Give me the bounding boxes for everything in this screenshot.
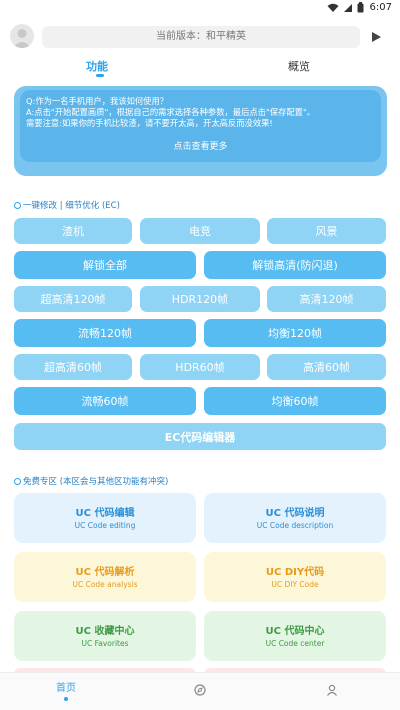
smooth-120-button[interactable]: 流畅120帧 xyxy=(14,319,196,347)
status-bar: 6:07 xyxy=(0,0,400,18)
section-title-free-zone: 免费专区 (本区会与其他区功能有冲突) xyxy=(14,475,168,487)
hd-60-button[interactable]: 高清60帧 xyxy=(267,354,386,380)
card-subtitle: UC Code description xyxy=(256,521,334,530)
section-bullet-icon xyxy=(14,477,21,485)
wifi-icon xyxy=(327,3,339,12)
tab-bar: 功能 概览 xyxy=(0,56,400,80)
uc-code-description-card[interactable]: UC 代码说明 UC Code description xyxy=(204,493,386,543)
hdr-60-button[interactable]: HDR60帧 xyxy=(140,354,260,380)
ultra-hd-60-button[interactable]: 超高清60帧 xyxy=(14,354,132,380)
notice-text: Q:作为一名手机用户，我该如何使用？ A:点击"开始配置画质"，根据自己的需求选择… xyxy=(26,96,376,129)
tab-overview[interactable]: 概览 xyxy=(288,58,310,74)
section-bullet-icon xyxy=(14,201,21,209)
hd-120-button[interactable]: 高清120帧 xyxy=(267,286,386,312)
card-title: UC 代码说明 xyxy=(265,508,325,519)
tab-active-indicator xyxy=(96,74,104,77)
bottom-navigation: 首页 xyxy=(0,672,400,710)
card-title: UC DIY代码 xyxy=(265,567,325,578)
ec-code-editor-button[interactable]: EC代码编辑器 xyxy=(14,423,386,450)
status-time: 6:07 xyxy=(369,2,392,13)
section-title-text: 免费专区 (本区会与其他区功能有冲突) xyxy=(23,477,169,487)
preset-scenery-button[interactable]: 风景 xyxy=(267,218,386,244)
uc-diy-code-card[interactable]: UC DIY代码 UC DIY Code xyxy=(204,552,386,602)
signal-icon xyxy=(343,3,352,12)
nav-home[interactable]: 首页 xyxy=(36,679,96,694)
balanced-60-button[interactable]: 均衡60帧 xyxy=(204,387,386,415)
uc-code-analysis-card[interactable]: UC 代码解析 UC Code analysis xyxy=(14,552,196,602)
version-pill[interactable]: 当前版本：和平精英 xyxy=(42,26,360,48)
section-title-text: 一键修改 | 细节优化 (EC) xyxy=(23,201,120,211)
play-icon xyxy=(371,32,381,42)
preset-low-end-button[interactable]: 渣机 xyxy=(14,218,132,244)
avatar[interactable] xyxy=(10,24,34,48)
preset-esports-button[interactable]: 电竞 xyxy=(140,218,260,244)
compass-icon[interactable] xyxy=(194,684,206,696)
card-subtitle: UC Code center xyxy=(265,639,325,648)
card-title: UC 代码编辑 xyxy=(75,508,135,519)
notice-text-line: 需要注意:如果你的手机比较渣，请不要开太高，开太高反而没效果! xyxy=(26,118,273,128)
uc-code-center-card[interactable]: UC 代码中心 UC Code center xyxy=(204,611,386,661)
nav-home-label: 首页 xyxy=(56,683,76,694)
card-subtitle: UC Code analysis xyxy=(72,580,138,589)
top-bar: 当前版本：和平精英 xyxy=(0,22,400,52)
unlock-hd-button[interactable]: 解锁高清(防闪退) xyxy=(204,251,386,279)
card-title: UC 代码中心 xyxy=(265,626,325,637)
avatar-placeholder-icon xyxy=(13,29,31,48)
ultra-hd-120-button[interactable]: 超高清120帧 xyxy=(14,286,132,312)
section-title-one-click: 一键修改 | 细节优化 (EC) xyxy=(14,199,120,211)
card-subtitle: UC DIY Code xyxy=(271,580,319,589)
play-button[interactable] xyxy=(368,28,384,46)
notice-line: Q:作为一名手机用户，我该如何使用？ A:点击"开始配置画质"，根据自己的需求选择… xyxy=(26,96,376,129)
balanced-120-button[interactable]: 均衡120帧 xyxy=(204,319,386,347)
version-text: 当前版本：和平精英 xyxy=(156,31,246,42)
card-title: UC 代码解析 xyxy=(75,567,135,578)
uc-code-editing-card[interactable]: UC 代码编辑 UC Code editing xyxy=(14,493,196,543)
user-icon[interactable] xyxy=(326,684,338,696)
card-subtitle: UC Favorites xyxy=(81,639,129,648)
card-subtitle: UC Code editing xyxy=(74,521,136,530)
notice-text-line: A:点击"开始配置画质"，根据自己的需求选择各种参数，最后点击"保存配置"。 xyxy=(26,107,316,117)
battery-icon xyxy=(357,2,364,13)
notice-more-link[interactable]: 点击查看更多 xyxy=(20,139,381,152)
hdr-120-button[interactable]: HDR120帧 xyxy=(140,286,260,312)
uc-favorites-card[interactable]: UC 收藏中心 UC Favorites xyxy=(14,611,196,661)
nav-active-dot xyxy=(64,697,68,701)
smooth-60-button[interactable]: 流畅60帧 xyxy=(14,387,196,415)
status-icons: 6:07 xyxy=(327,2,392,13)
tab-function[interactable]: 功能 xyxy=(86,58,108,74)
notice-text-line: Q:作为一名手机用户，我该如何使用？ xyxy=(26,96,169,106)
card-title: UC 收藏中心 xyxy=(75,626,135,637)
unlock-all-button[interactable]: 解锁全部 xyxy=(14,251,196,279)
